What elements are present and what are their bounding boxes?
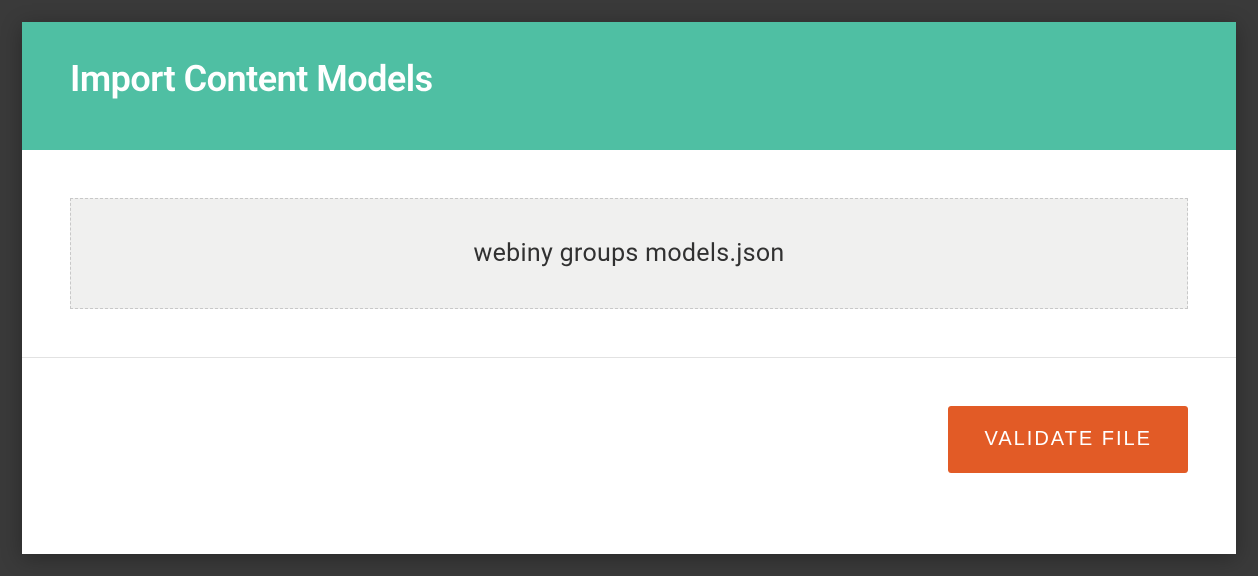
file-dropzone[interactable]: webiny groups models.json [70,198,1188,309]
import-modal: Import Content Models webiny groups mode… [22,22,1236,554]
modal-footer: VALIDATE FILE [22,358,1236,554]
validate-file-button[interactable]: VALIDATE FILE [948,406,1188,473]
modal-header: Import Content Models [22,22,1236,150]
modal-body: webiny groups models.json [22,150,1236,357]
modal-title: Import Content Models [70,58,1188,100]
dropzone-filename: webiny groups models.json [111,239,1147,268]
